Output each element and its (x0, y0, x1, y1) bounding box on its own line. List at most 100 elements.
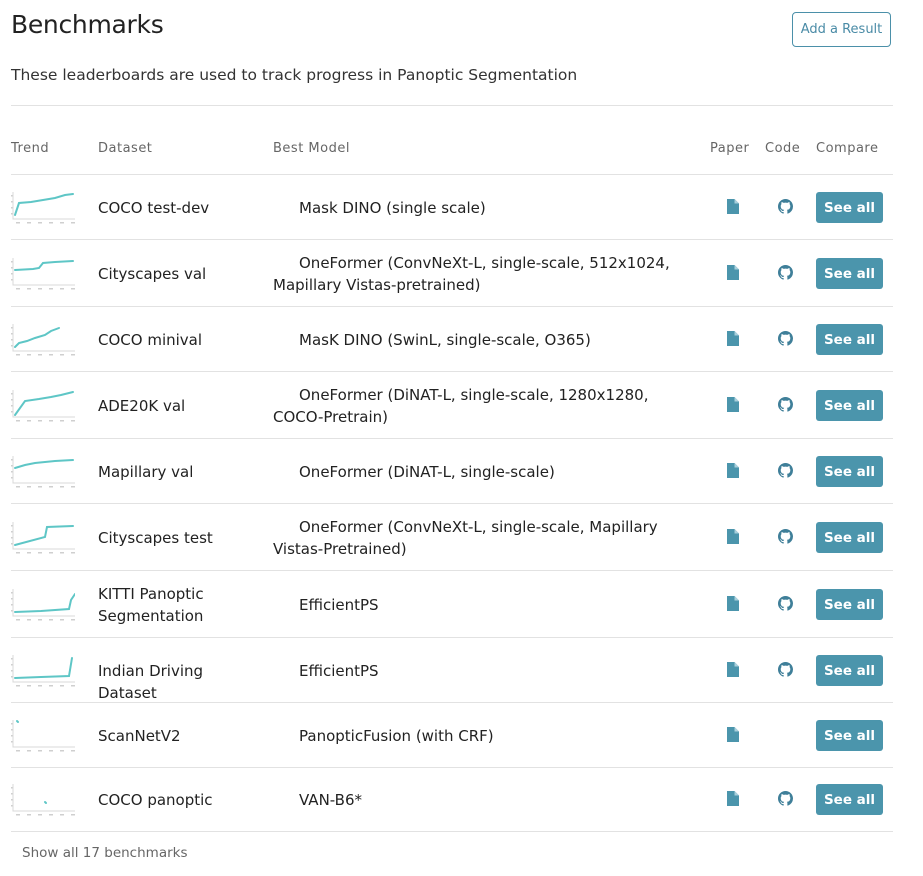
trend-chart-thumbnail[interactable] (11, 389, 75, 423)
trend-tick-label (11, 477, 13, 479)
trend-tick-label (38, 814, 42, 816)
paper-icon[interactable] (727, 727, 739, 742)
table-row: Mapillary val OneFormer (DiNAT-L, single-… (11, 438, 893, 504)
trend-tick-label (11, 793, 13, 795)
trend-tick-label (11, 537, 13, 539)
trend-chart-thumbnail[interactable] (11, 521, 75, 555)
dataset-link[interactable]: Cityscapes test (98, 527, 258, 549)
github-icon[interactable] (778, 265, 793, 280)
trend-line (14, 260, 74, 271)
dataset-link[interactable]: KITTI Panoptic Segmentation (98, 583, 258, 627)
github-icon[interactable] (778, 662, 793, 677)
paper-icon[interactable] (727, 463, 739, 478)
best-model-link[interactable]: EfficientPS (273, 594, 703, 616)
paper-icon[interactable] (727, 596, 739, 611)
dataset-link[interactable]: Indian Driving Dataset (98, 660, 258, 704)
trend-line (14, 657, 73, 679)
trend-line (14, 593, 76, 613)
trend-tick-label (49, 619, 53, 621)
best-model-link[interactable]: OneFormer (DiNAT-L, single-scale) (273, 461, 703, 483)
trend-tick-label (11, 339, 13, 341)
trend-tick-label (27, 619, 31, 621)
see-all-button[interactable]: See all (816, 390, 883, 421)
trend-tick-label (11, 531, 13, 533)
see-all-button[interactable]: See all (816, 655, 883, 686)
paper-icon[interactable] (727, 265, 739, 280)
trend-chart-thumbnail[interactable] (11, 719, 75, 753)
trend-chart-icon (11, 258, 75, 290)
trend-tick-label (16, 486, 20, 488)
github-icon[interactable] (778, 596, 793, 611)
column-header-dataset: Dataset (98, 141, 153, 156)
see-all-button[interactable]: See all (816, 324, 883, 355)
trend-line (14, 525, 74, 546)
trend-tick-label (27, 486, 31, 488)
best-model-link[interactable]: Mask DINO (single scale) (273, 197, 703, 219)
trend-tick-label (38, 685, 42, 687)
trend-tick-label (60, 354, 64, 356)
trend-tick-label (71, 288, 75, 290)
trend-tick-label (11, 604, 13, 606)
best-model-link[interactable]: OneFormer (DiNAT-L, single-scale, 1280x1… (273, 384, 703, 428)
paper-icon[interactable] (727, 791, 739, 806)
trend-chart-thumbnail[interactable] (11, 257, 75, 291)
see-all-button[interactable]: See all (816, 720, 883, 751)
github-icon[interactable] (778, 463, 793, 478)
paper-icon[interactable] (727, 397, 739, 412)
dataset-link[interactable]: ADE20K val (98, 395, 258, 417)
header-divider (11, 105, 893, 106)
github-icon[interactable] (778, 199, 793, 214)
github-icon[interactable] (778, 331, 793, 346)
trend-tick-label (11, 201, 13, 203)
trend-tick-label (60, 750, 64, 752)
trend-chart-thumbnail[interactable] (11, 323, 75, 357)
column-header-compare: Compare (816, 141, 879, 156)
dataset-link[interactable]: Cityscapes val (98, 263, 258, 285)
paper-icon[interactable] (727, 331, 739, 346)
paper-icon[interactable] (727, 662, 739, 677)
trend-chart-thumbnail[interactable] (11, 588, 76, 622)
see-all-button[interactable]: See all (816, 522, 883, 553)
add-result-button[interactable]: Add a Result (792, 12, 891, 47)
see-all-button[interactable]: See all (816, 258, 883, 289)
trend-chart-thumbnail[interactable] (11, 654, 75, 688)
best-model-link[interactable]: PanopticFusion (with CRF) (273, 725, 703, 747)
see-all-button[interactable]: See all (816, 192, 883, 223)
github-icon[interactable] (778, 397, 793, 412)
show-all-benchmarks-link[interactable]: Show all 17 benchmarks (22, 845, 188, 861)
trend-chart-thumbnail[interactable] (11, 783, 75, 817)
github-icon[interactable] (778, 791, 793, 806)
trend-tick-label (38, 420, 42, 422)
dataset-link[interactable]: COCO panoptic (98, 789, 258, 811)
trend-tick-label (11, 195, 13, 197)
see-all-button[interactable]: See all (816, 456, 883, 487)
trend-tick-label (11, 525, 13, 527)
trend-tick-label (11, 670, 13, 672)
dataset-link[interactable]: ScanNetV2 (98, 725, 258, 747)
best-model-link[interactable]: OneFormer (ConvNeXt-L, single-scale, Map… (273, 516, 703, 560)
trend-tick-label (11, 676, 13, 678)
best-model-link[interactable]: OneFormer (ConvNeXt-L, single-scale, 512… (273, 252, 703, 296)
best-model-link[interactable]: EfficientPS (273, 660, 703, 682)
trend-tick-label (16, 685, 20, 687)
trend-tick-label (49, 288, 53, 290)
dataset-link[interactable]: COCO test-dev (98, 197, 258, 219)
table-row: COCO panoptic VAN-B6* See all (11, 767, 893, 832)
see-all-button[interactable]: See all (816, 784, 883, 815)
table-row: Cityscapes test OneFormer (ConvNeXt-L, si… (11, 503, 893, 571)
paper-icon[interactable] (727, 199, 739, 214)
best-model-link[interactable]: MasK DINO (SwinL, single-scale, O365) (273, 329, 703, 351)
paper-icon[interactable] (727, 529, 739, 544)
see-all-button[interactable]: See all (816, 589, 883, 620)
dataset-link[interactable]: COCO minival (98, 329, 258, 351)
table-row: KITTI Panoptic Segmentation EfficientPS Se… (11, 570, 893, 638)
trend-tick-label (16, 354, 20, 356)
trend-chart-thumbnail[interactable] (11, 191, 75, 225)
table-row: COCO test-dev Mask DINO (single scale) See… (11, 174, 893, 240)
trend-chart-thumbnail[interactable] (11, 455, 75, 489)
trend-tick-label (11, 393, 13, 395)
github-icon[interactable] (778, 529, 793, 544)
dataset-link[interactable]: Mapillary val (98, 461, 258, 483)
best-model-link[interactable]: VAN-B6* (273, 789, 703, 811)
trend-tick-label (38, 222, 42, 224)
